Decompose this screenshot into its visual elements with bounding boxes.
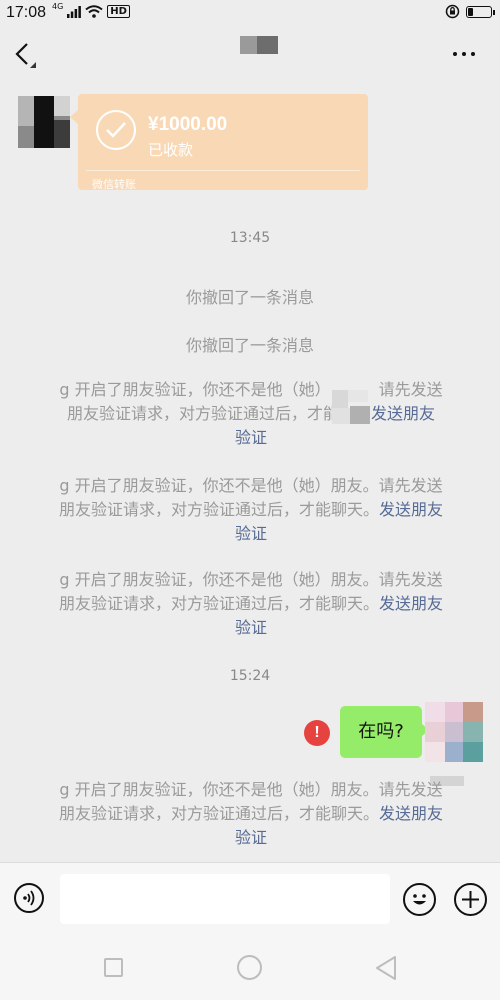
more-dots-icon [453, 52, 457, 56]
chat-header [0, 26, 500, 86]
check-circle-icon [96, 110, 136, 150]
send-verify-link[interactable]: 验证 [235, 828, 267, 847]
more-button[interactable] [450, 46, 478, 62]
battery-fill [468, 7, 473, 16]
send-verify-link[interactable]: 验证 [235, 428, 267, 447]
recall-notice: 你撤回了一条消息 [185, 288, 314, 307]
network-label: 4G [52, 2, 64, 11]
recent-apps-button[interactable] [104, 958, 123, 977]
voice-button[interactable] [14, 883, 44, 913]
back-arrow-icon [15, 43, 36, 68]
signal-icon [67, 5, 82, 18]
voice-icon [23, 890, 35, 906]
system-back-button[interactable] [373, 954, 399, 982]
blurred-patch [328, 386, 374, 428]
system-nav-bar [0, 936, 500, 1000]
send-verify-link[interactable]: 发送朋友 [371, 404, 435, 423]
send-verify-link[interactable]: 验证 [235, 524, 267, 543]
plus-button[interactable] [454, 883, 487, 916]
hd-badge: HD [107, 5, 130, 18]
chat-area[interactable]: ¥1000.00 已收款 微信转账 13:45 你撤回了一条消息 你撤回了一条消… [0, 86, 500, 862]
plus-icon [462, 891, 479, 908]
timestamp: 13:45 [229, 230, 271, 246]
wifi-icon [85, 5, 103, 18]
send-verify-link[interactable]: 验证 [235, 618, 267, 637]
rotation-lock-icon [445, 4, 460, 19]
back-button[interactable] [12, 40, 42, 74]
send-failed-icon[interactable]: ! [304, 720, 330, 746]
status-bar: 17:08 4G HD [0, 0, 500, 26]
emoji-button[interactable] [403, 883, 436, 916]
back-triangle-icon [376, 956, 396, 980]
transfer-divider [86, 170, 360, 171]
home-button[interactable] [237, 955, 262, 980]
sent-message-bubble[interactable]: 在吗? [340, 706, 429, 758]
transfer-status: 已收款 [148, 141, 194, 159]
transfer-card[interactable]: ¥1000.00 已收款 微信转账 [70, 94, 368, 191]
send-verify-link[interactable]: 发送朋友 [379, 500, 443, 519]
battery-icon [466, 5, 495, 18]
input-bar [0, 862, 500, 937]
emoji-icon [413, 894, 426, 905]
message-input[interactable] [60, 874, 390, 924]
send-verify-link[interactable]: 发送朋友 [379, 804, 443, 823]
status-time: 17:08 [6, 4, 47, 21]
transfer-amount: ¥1000.00 [148, 114, 228, 135]
my-avatar[interactable] [425, 702, 483, 762]
transfer-label: 微信转账 [92, 178, 136, 191]
friend-verify-notice: g 开启了朋友验证，你还不是他（她）朋友。请先发送 朋友验证请求，对方验证通过后… [58, 570, 444, 637]
contact-avatar[interactable] [18, 90, 70, 148]
friend-verify-notice: g 开启了朋友验证，你还不是他（她）朋友，请先发送 朋友验证请求，对方验证通过后… [59, 380, 443, 447]
friend-verify-notice: g 开启了朋友验证，你还不是他（她）朋友。请先发送 朋友验证请求，对方验证通过后… [58, 476, 444, 543]
recall-notice: 你撤回了一条消息 [185, 336, 314, 355]
friend-verify-notice: g 开启了朋友验证，你还不是他（她）朋友。请先发送 朋友验证请求，对方验证通过后… [58, 780, 444, 847]
timestamp: 15:24 [229, 668, 271, 684]
contact-name-blurred [240, 36, 278, 54]
send-verify-link[interactable]: 发送朋友 [379, 594, 443, 613]
